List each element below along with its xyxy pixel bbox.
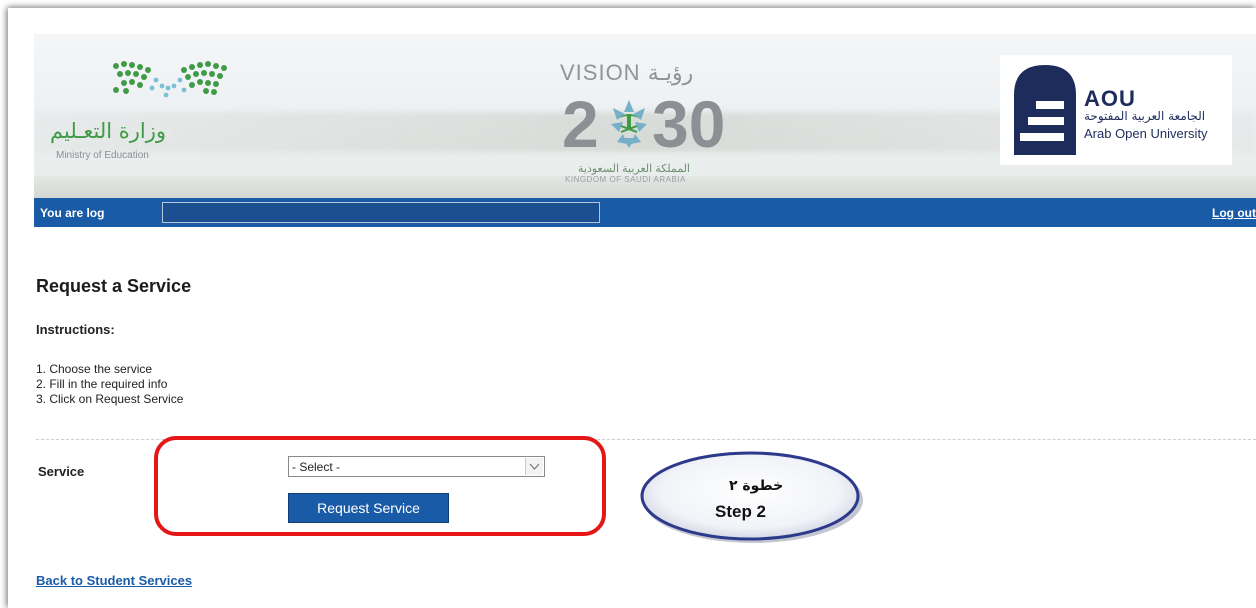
instruction-step: 1. Choose the service xyxy=(36,362,153,376)
vision-title: VISION رؤيـة xyxy=(560,60,694,85)
ministry-name-en: Ministry of Education xyxy=(56,150,149,161)
vision-year-right: 30 xyxy=(652,87,726,161)
vision-2030-logo: VISION رؤيـة 2 30 المملكة العربية السعود… xyxy=(520,46,750,186)
vision-palm-emblem-icon xyxy=(611,100,647,148)
redacted-username xyxy=(162,202,600,223)
step-label-en: Step 2 xyxy=(715,502,767,521)
status-bar: You are log Log out xyxy=(34,198,1256,227)
aou-name-en: Arab Open University xyxy=(1084,126,1208,141)
logout-link[interactable]: Log out xyxy=(1212,206,1256,220)
service-label: Service xyxy=(38,464,85,479)
instructions-label: Instructions: xyxy=(36,322,115,337)
aou-name-ar: الجامعة العربية المفتوحة xyxy=(1084,109,1206,123)
instructions-list: 1. Choose the service 2. Fill in the req… xyxy=(36,362,183,407)
logged-in-text: You are log xyxy=(40,206,105,220)
highlight-frame xyxy=(154,436,606,536)
vision-kingdom-ar: المملكة العربية السعودية xyxy=(578,163,690,175)
aou-logo: AOU الجامعة العربية المفتوحة Arab Open U… xyxy=(1000,55,1232,165)
ministry-name-ar: وزارة التعـليم xyxy=(50,119,167,143)
step-label-ar: خطوة ٢ xyxy=(729,478,784,494)
instruction-step: 2. Fill in the required info xyxy=(36,377,168,391)
instruction-step: 3. Click on Request Service xyxy=(36,392,184,406)
page-title: Request a Service xyxy=(36,276,192,296)
step-callout-ellipse xyxy=(640,451,863,543)
back-to-student-services-link[interactable]: Back to Student Services xyxy=(36,573,192,588)
vision-kingdom-en: KINGDOM OF SAUDI ARABIA xyxy=(565,175,686,184)
aou-arch-icon xyxy=(1014,65,1076,155)
ministry-logo-icon xyxy=(113,61,227,98)
vision-year-left: 2 xyxy=(562,87,599,161)
